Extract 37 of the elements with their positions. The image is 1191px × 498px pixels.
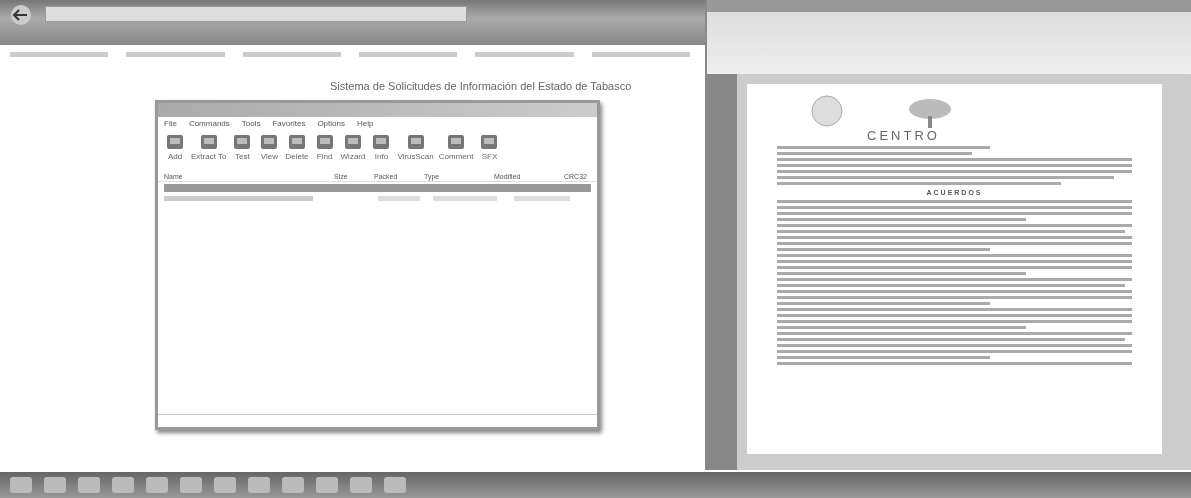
taskbar-app-icon[interactable] (78, 477, 100, 493)
parent-folder-row[interactable] (164, 184, 591, 192)
page-heading: Sistema de Solicitudes de Información del Estado de Tabasco (330, 80, 632, 92)
toolbar-button[interactable]: Info (370, 132, 393, 161)
taskbar-app-icon[interactable] (214, 477, 236, 493)
logo-text: CENTRO (867, 128, 940, 143)
taskbar-app-icon[interactable] (44, 477, 66, 493)
toolbar-icon (286, 132, 308, 152)
taskbar-app-icon[interactable] (350, 477, 372, 493)
toolbar-button[interactable]: Extract To (191, 132, 227, 161)
taskbar-app-icon[interactable] (180, 477, 202, 493)
toolbar-button[interactable]: Find (313, 132, 336, 161)
taskbar-app-icon[interactable] (146, 477, 168, 493)
toolbar-button[interactable]: Add (164, 132, 186, 161)
menu-item[interactable]: Favorites (272, 119, 306, 128)
toolbar-button[interactable]: Comment (438, 132, 474, 161)
taskbar-app-icon[interactable] (384, 477, 406, 493)
menu-item[interactable]: Help (356, 119, 374, 128)
menu-item[interactable]: Options (317, 119, 345, 128)
taskbar-app-icon[interactable] (10, 477, 32, 493)
taskbar-app-icon[interactable] (112, 477, 134, 493)
toolbar-icon (342, 132, 364, 152)
toolbar-button[interactable]: VirusScan (397, 132, 434, 161)
menu-item[interactable]: Commands (188, 119, 230, 128)
toolbar-icon (164, 132, 186, 152)
toolbar-button[interactable]: Delete (285, 132, 309, 161)
taskbar-app-icon[interactable] (282, 477, 304, 493)
menu-item[interactable]: Tools (241, 119, 261, 128)
address-field[interactable] (45, 6, 467, 22)
tree-icon (907, 98, 953, 128)
taskbar-app-icon[interactable] (316, 477, 338, 493)
menu-item[interactable]: File (164, 119, 177, 128)
taskbar-app-icon[interactable] (248, 477, 270, 493)
toolbar-button[interactable]: Test (231, 132, 254, 161)
toolbar-button[interactable]: View (258, 132, 281, 161)
toolbar-button[interactable]: SFX (478, 132, 501, 161)
toolbar-button[interactable]: Wizard (340, 132, 366, 161)
